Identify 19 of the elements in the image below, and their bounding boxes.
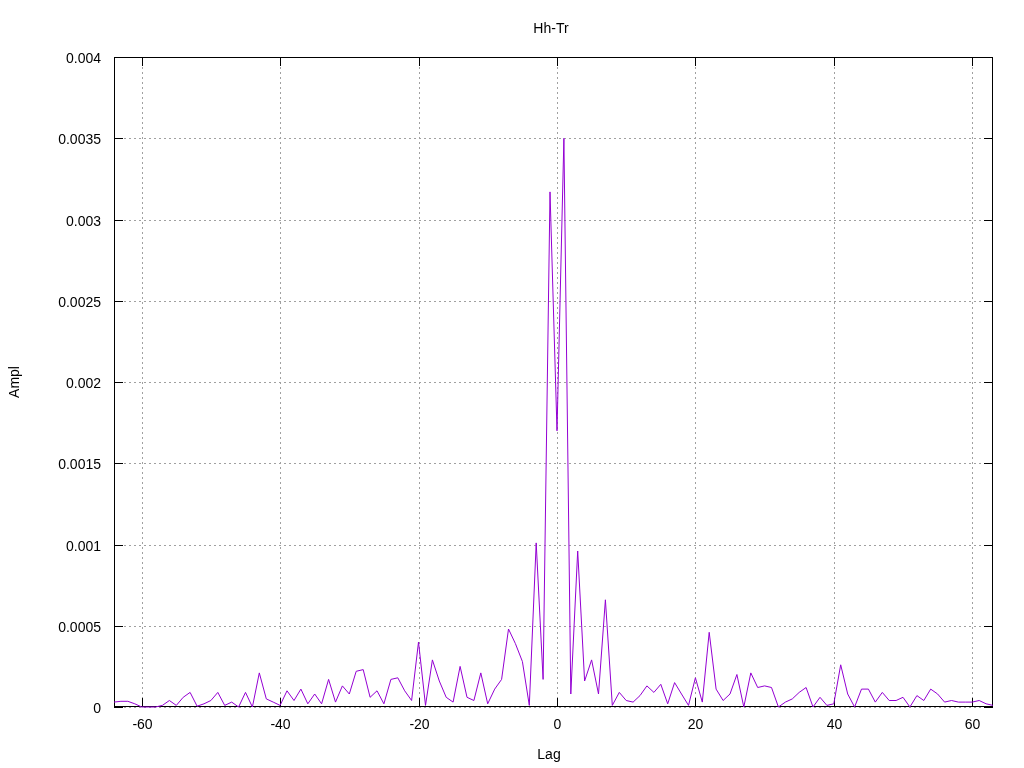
- tick-label: 0.003: [65, 212, 101, 229]
- tick-label: 0.0005: [58, 618, 101, 635]
- tick-label: 0: [93, 699, 101, 716]
- x-axis-label: Lag: [537, 746, 561, 762]
- tick-label: 0.004: [65, 49, 101, 66]
- tick-label: 0.0025: [58, 293, 101, 310]
- tick-label: 40: [826, 716, 843, 732]
- tick-label: 0: [553, 716, 562, 732]
- y-axis-label: Ampl: [6, 366, 22, 398]
- tick-label: 0.001: [65, 537, 101, 554]
- tick-label: -40: [270, 716, 291, 732]
- tick-label: 0.0035: [58, 130, 101, 147]
- chart-title: Hh-Tr: [533, 20, 569, 36]
- tick-label: 0.0015: [58, 455, 101, 472]
- tick-label: 60: [964, 716, 981, 732]
- tick-label: -60: [132, 716, 153, 732]
- tick-label: -20: [409, 716, 430, 732]
- tick-label: 20: [687, 716, 704, 732]
- tick-label: 0.002: [65, 374, 101, 391]
